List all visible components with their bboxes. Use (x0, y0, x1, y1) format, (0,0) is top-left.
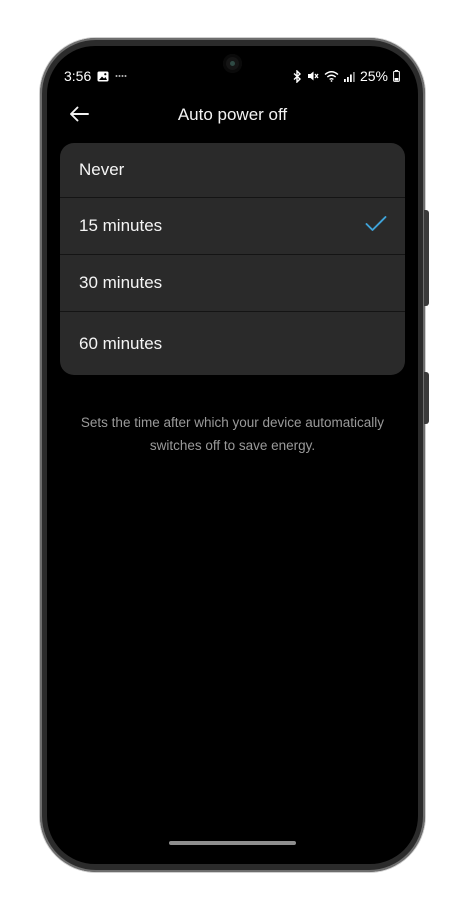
option-15-minutes[interactable]: 15 minutes (60, 198, 405, 255)
option-60-minutes[interactable]: 60 minutes (60, 312, 405, 375)
header: Auto power off (47, 98, 418, 134)
description-text: Sets the time after which your device au… (80, 415, 385, 453)
screen: 3:56 25% Auto power off Never 15 minutes… (47, 46, 418, 864)
status-right: 25% (293, 68, 400, 84)
options-card: Never 15 minutes 30 minutes 60 minutes (60, 143, 405, 375)
power-button (424, 210, 429, 306)
option-30-minutes[interactable]: 30 minutes (60, 255, 405, 312)
page-title: Auto power off (177, 105, 288, 124)
status-bar: 3:56 25% (47, 68, 418, 88)
dots-icon (115, 74, 127, 78)
battery-icon (393, 70, 400, 82)
status-left: 3:56 (64, 68, 127, 84)
mute-icon (307, 70, 319, 82)
bluetooth-icon (293, 69, 302, 83)
option-label: 60 minutes (79, 333, 163, 353)
checkmark-icon (365, 216, 387, 237)
battery-percent: 25% (359, 68, 388, 84)
option-label: Never (79, 160, 125, 179)
signal-icon (343, 71, 355, 82)
volume-button (424, 372, 429, 424)
option-label: 30 minutes (79, 273, 163, 292)
option-label: 15 minutes (79, 216, 163, 235)
home-indicator[interactable] (169, 841, 296, 845)
option-never[interactable]: Never (60, 143, 405, 198)
status-time: 3:56 (64, 68, 92, 84)
wifi-icon (324, 70, 339, 82)
gallery-icon (97, 71, 109, 82)
